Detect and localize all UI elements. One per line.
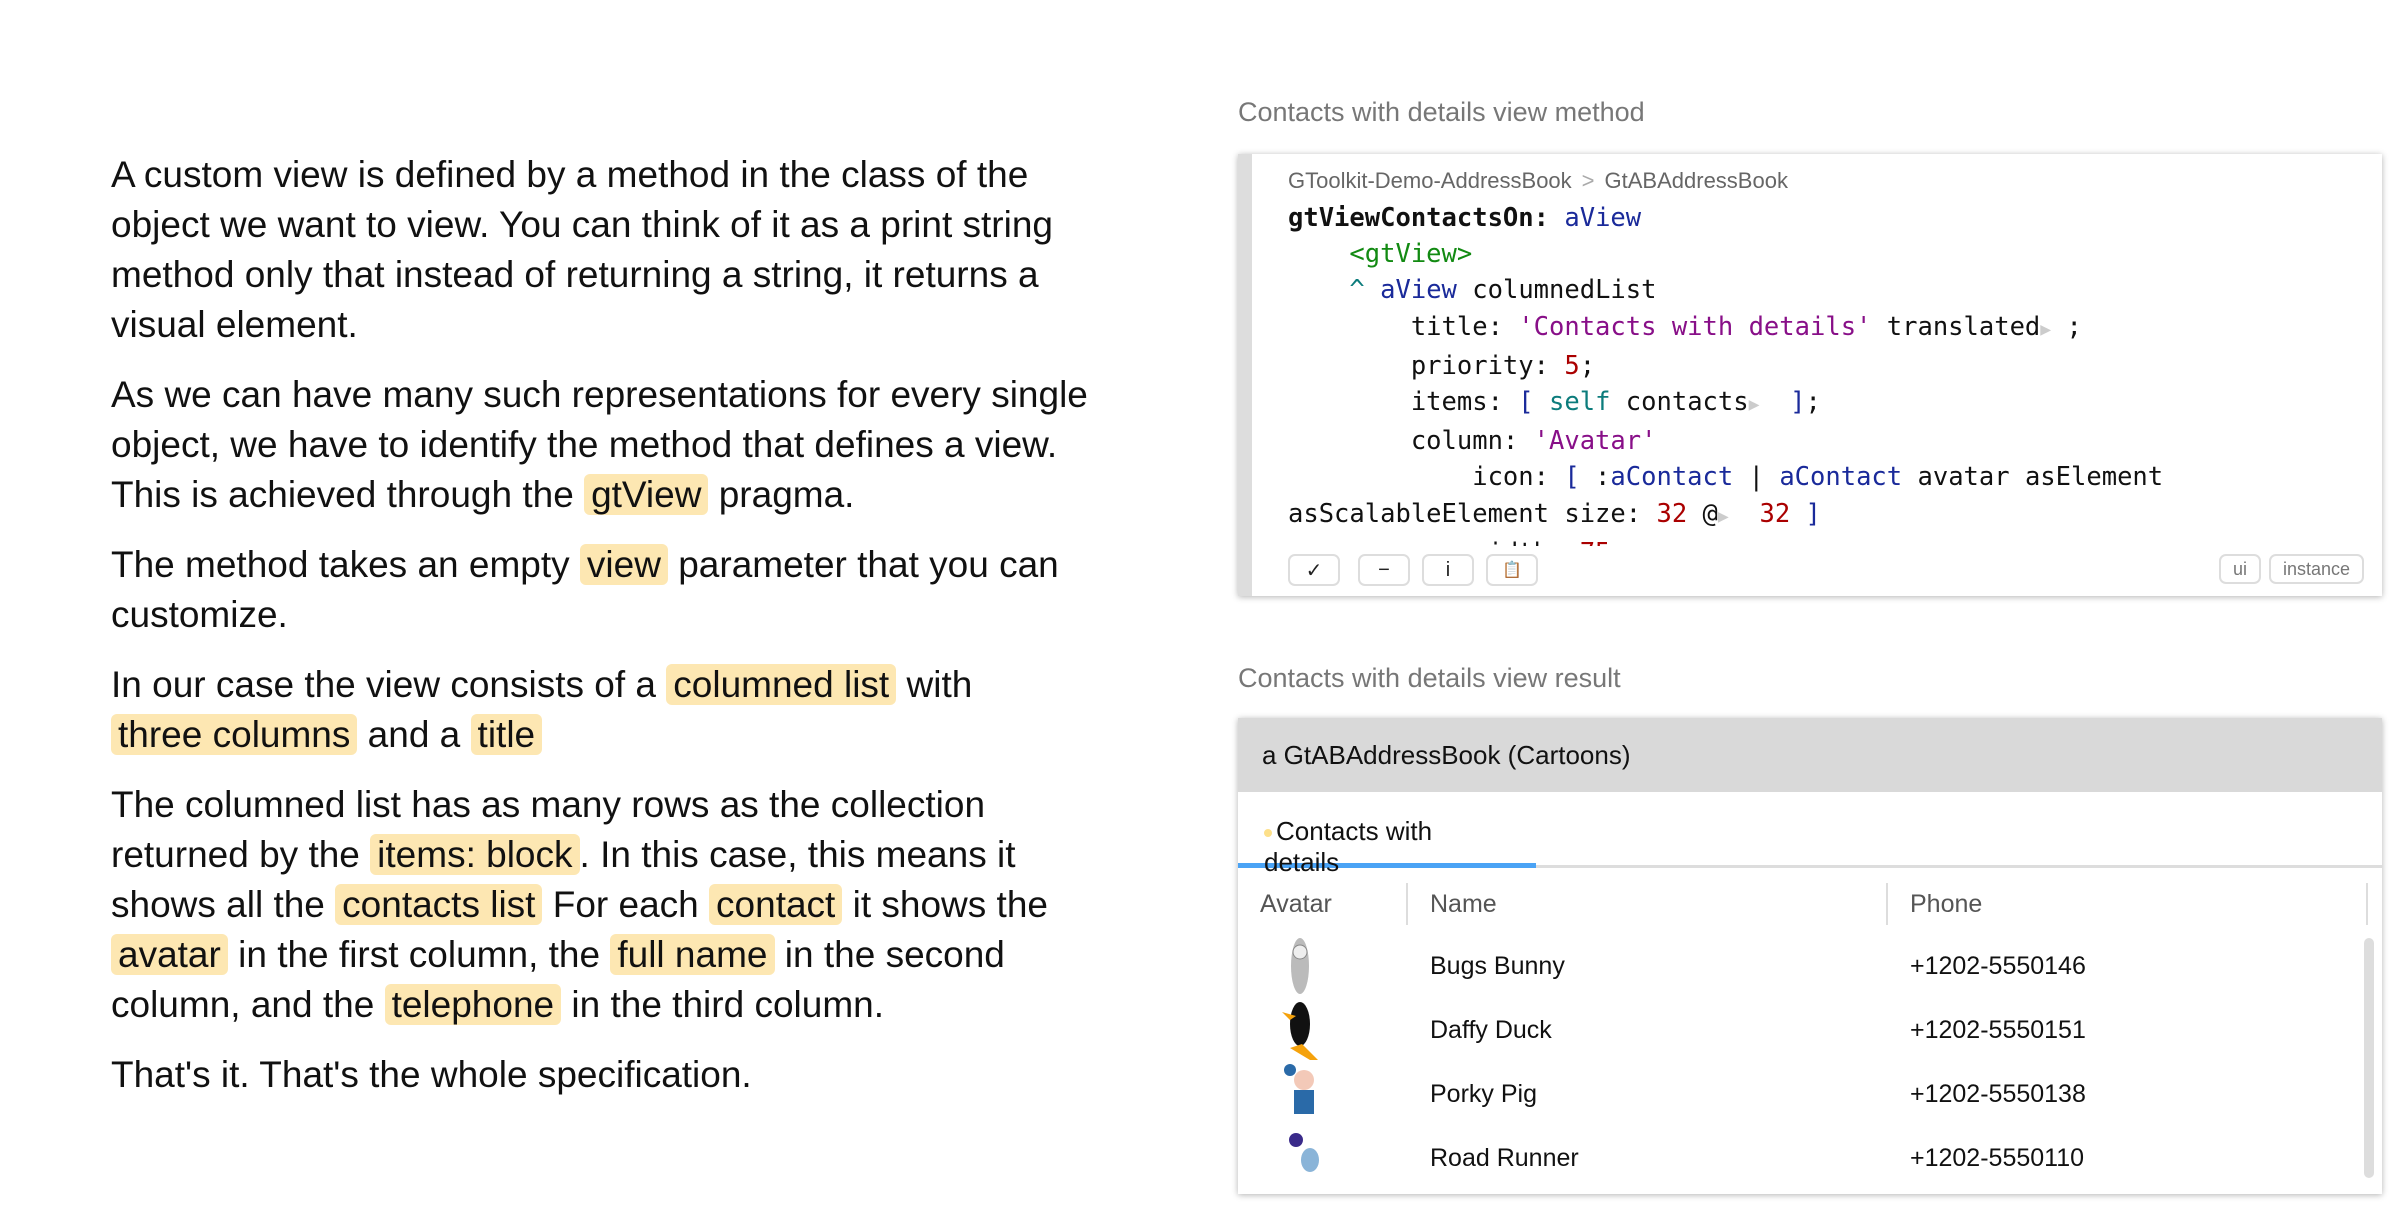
contact-name: Bugs Bunny [1430, 951, 1565, 980]
text: in the third column. [561, 984, 884, 1025]
avatar-road-runner-icon [1238, 1126, 1408, 1190]
contact-phone: +1202-5550110 [1910, 1143, 2085, 1172]
contact-name: Daffy Duck [1430, 1015, 1552, 1044]
breadcrumb-package[interactable]: GToolkit-Demo-AddressBook [1288, 168, 1572, 193]
instance-button[interactable]: instance [2268, 554, 2364, 584]
accept-button[interactable]: ✓ [1288, 554, 1340, 586]
paragraph-1: A custom view is defined by a method in … [111, 154, 1053, 345]
text: In our case the view consists of a [111, 664, 667, 705]
paragraph-5: The columned list has as many rows as th… [111, 780, 1111, 1030]
paragraph-2: As we can have many such representations… [111, 370, 1111, 520]
text: The method takes an empty [111, 544, 580, 585]
source-code[interactable]: gtViewContactsOn: aView <gtView> ^ aView… [1288, 200, 2372, 546]
column-header-phone[interactable]: Phone [1888, 883, 2368, 925]
text: in the first column, the [227, 934, 611, 975]
highlight-gtview[interactable]: gtView [584, 474, 709, 515]
highlight-columned-list[interactable]: columned list [666, 664, 897, 705]
tab-contacts-with-details[interactable]: Contacts with details [1238, 792, 1536, 877]
highlight-title[interactable]: title [470, 714, 543, 755]
highlight-three-columns[interactable]: three columns [111, 714, 358, 755]
contact-phone: +1202-5550138 [1910, 1079, 2086, 1108]
avatar-porky-pig-icon [1238, 1062, 1408, 1126]
paragraph-3: The method takes an empty view parameter… [111, 540, 1111, 640]
clipboard-icon: 📋 [1502, 562, 1522, 579]
highlight-full-name[interactable]: full name [610, 934, 775, 975]
contact-name: Road Runner [1430, 1143, 1579, 1172]
ui-button[interactable]: ui [2218, 554, 2261, 584]
paragraph-4: In our case the view consists of a colum… [111, 660, 1111, 760]
paragraph-6: That's it. That's the whole specificatio… [111, 1054, 752, 1095]
contact-phone: +1202-5550146 [1910, 951, 2086, 980]
result-section-title: Contacts with details view result [1238, 663, 1621, 693]
table-row[interactable]: Bugs Bunny +1202-5550146 [1238, 934, 2382, 998]
highlight-items-block[interactable]: items: block [370, 834, 580, 875]
tab-bar: Contacts with details [1238, 792, 2382, 877]
text: with [896, 664, 973, 705]
explanation-text: A custom view is defined by a method in … [111, 150, 1111, 1120]
breadcrumb: GToolkit-Demo-AddressBook > GtABAddressBoo… [1288, 168, 1788, 194]
contact-name: Porky Pig [1430, 1079, 1537, 1108]
column-header-avatar[interactable]: Avatar [1238, 883, 1408, 925]
table-row[interactable]: Road Runner +1202-5550110 [1238, 1126, 2382, 1190]
contact-phone: +1202-5550151 [1910, 1015, 2086, 1044]
copy-button[interactable]: 📋 [1486, 554, 1538, 586]
table-row[interactable]: Porky Pig +1202-5550138 [1238, 1062, 2382, 1126]
highlight-contact[interactable]: contact [709, 884, 843, 925]
method-editor[interactable]: GToolkit-Demo-AddressBook > GtABAddressBoo… [1238, 154, 2382, 596]
avatar-daffy-duck-icon [1238, 998, 1408, 1062]
avatar-bugs-bunny-icon [1238, 934, 1408, 998]
info-icon: i [1445, 558, 1451, 581]
minus-icon: − [1378, 558, 1390, 581]
remove-button[interactable]: − [1358, 554, 1410, 586]
result-header: a GtABAddressBook (Cartoons) [1238, 718, 2382, 792]
column-header-name[interactable]: Name [1408, 883, 1888, 925]
check-icon: ✓ [1305, 559, 1323, 582]
inspect-button[interactable]: i [1422, 554, 1474, 586]
highlight-view[interactable]: view [579, 544, 668, 585]
highlight-contacts-list[interactable]: contacts list [335, 884, 543, 925]
method-section-title: Contacts with details view method [1238, 97, 1645, 127]
table-body: Bugs Bunny +1202-5550146 Daffy Duck +1202-… [1238, 934, 2382, 1190]
table-row[interactable]: Daffy Duck +1202-5550151 [1238, 998, 2382, 1062]
text: For each [542, 884, 710, 925]
highlight-telephone[interactable]: telephone [384, 984, 562, 1025]
text: pragma. [708, 474, 855, 515]
table-header: Avatar Name Phone [1238, 874, 2382, 934]
text: and a [357, 714, 471, 755]
scrollbar[interactable] [2364, 938, 2374, 1178]
breadcrumb-separator: > [1581, 168, 1595, 193]
breadcrumb-class[interactable]: GtABAddressBook [1605, 168, 1788, 193]
highlight-avatar[interactable]: avatar [111, 934, 228, 975]
text: it shows the [842, 884, 1048, 925]
tab-label: Contacts with details [1264, 816, 1433, 877]
result-view: a GtABAddressBook (Cartoons) Contacts wi… [1238, 718, 2382, 1194]
